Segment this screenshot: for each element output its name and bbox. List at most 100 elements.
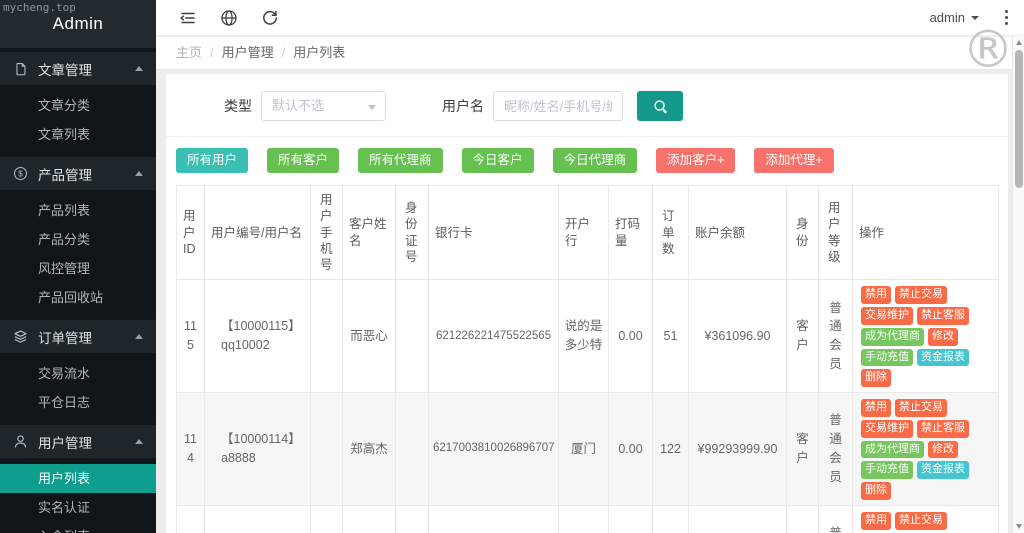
type-select[interactable]: 默认不选 xyxy=(261,91,386,121)
cell-user-code-name: 【10000113】 chenhao111 xyxy=(205,505,311,533)
sidebar-submenu: 产品列表产品分类风控管理产品回收站 xyxy=(0,192,156,316)
sidebar-item-文章分类[interactable]: 文章分类 xyxy=(0,91,156,120)
breadcrumb-separator: / xyxy=(282,45,286,60)
sidebar-section-label: 订单管理 xyxy=(38,327,135,347)
filter-button-所有客户[interactable]: 所有客户 xyxy=(267,148,339,173)
cell-coding-volume: 0.00 xyxy=(609,393,653,506)
cell-customer-name: 郑高杰 xyxy=(343,393,396,506)
action-button-禁用[interactable]: 禁用 xyxy=(861,512,891,530)
cell-balance: ¥361096.90 xyxy=(689,280,787,393)
column-header-客户姓名: 客户姓名 xyxy=(343,186,396,280)
action-button-手动充值[interactable]: 手动充值 xyxy=(861,349,913,367)
svg-text:$: $ xyxy=(18,169,23,178)
breadcrumb-item-用户管理[interactable]: 用户管理 xyxy=(222,45,274,60)
cell-order-count: 56 xyxy=(653,505,689,533)
action-button-禁用[interactable]: 禁用 xyxy=(861,286,891,304)
sidebar-item-实名认证[interactable]: 实名认证 xyxy=(0,493,156,522)
sidebar-item-产品回收站[interactable]: 产品回收站 xyxy=(0,283,156,312)
chevron-down-icon xyxy=(368,105,376,110)
sidebar-item-风控管理[interactable]: 风控管理 xyxy=(0,254,156,283)
cell-id-card xyxy=(396,280,429,393)
action-button-交易维护[interactable]: 交易维护 xyxy=(861,307,913,325)
action-button-禁止交易[interactable]: 禁止交易 xyxy=(895,286,947,304)
column-header-打码量: 打码量 xyxy=(609,186,653,280)
cell-actions: 禁用禁止交易交易维护禁止客服成为代理商修改手动充值资金报表删除 xyxy=(853,393,999,506)
action-button-交易维护[interactable]: 交易维护 xyxy=(861,420,913,438)
column-header-用户等级: 用户等级 xyxy=(819,186,853,280)
vertical-scrollbar[interactable] xyxy=(1012,36,1024,533)
cell-user-level: 普通会员 xyxy=(819,505,853,533)
action-button-禁止交易[interactable]: 禁止交易 xyxy=(895,512,947,530)
collapse-sidebar-icon[interactable] xyxy=(179,9,197,27)
action-button-资金报表[interactable]: 资金报表 xyxy=(917,349,969,367)
filter-button-所有用户[interactable]: 所有用户 xyxy=(176,148,248,173)
filter-row: 类型 默认不选 用户名 xyxy=(166,74,1008,136)
filter-button-所有代理商[interactable]: 所有代理商 xyxy=(358,148,443,173)
action-button-删除[interactable]: 删除 xyxy=(861,369,891,387)
sidebar-section-用户管理[interactable]: 用户管理 xyxy=(0,425,156,458)
username-input[interactable] xyxy=(493,91,623,121)
breadcrumb-item-用户列表: 用户列表 xyxy=(293,45,345,60)
refresh-icon[interactable] xyxy=(261,9,279,27)
cell-identity: 客户 xyxy=(787,393,819,506)
filter-button-今日代理商[interactable]: 今日代理商 xyxy=(553,148,638,173)
cell-identity: 客户 xyxy=(787,505,819,533)
action-button-修改[interactable]: 修改 xyxy=(928,441,958,459)
sidebar-section-订单管理[interactable]: 订单管理 xyxy=(0,320,156,353)
scroll-up-arrow[interactable] xyxy=(1016,40,1022,45)
action-button-禁用[interactable]: 禁用 xyxy=(861,399,891,417)
sidebar-section-label: 文章管理 xyxy=(38,59,135,79)
action-button-删除[interactable]: 删除 xyxy=(861,482,891,500)
globe-icon[interactable] xyxy=(220,9,238,27)
column-header-银行卡: 银行卡 xyxy=(429,186,559,280)
cell-user-id: 115 xyxy=(177,280,205,393)
filter-button-今日客户[interactable]: 今日客户 xyxy=(462,148,534,173)
cell-user-level: 普通会员 xyxy=(819,393,853,506)
search-button[interactable] xyxy=(637,91,683,121)
action-button-手动充值[interactable]: 手动充值 xyxy=(861,461,913,479)
sidebar-submenu: 交易流水平仓日志 xyxy=(0,355,156,421)
users-table: 用户ID用户编号/用户名用户手机号客户姓名身份证号银行卡开户行打码量订单数账户余… xyxy=(176,185,999,533)
sidebar-section-文章管理[interactable]: 文章管理 xyxy=(0,52,156,85)
action-button-成为代理商[interactable]: 成为代理商 xyxy=(861,328,924,346)
app-logo: Admin xyxy=(53,14,104,34)
chevron-up-icon xyxy=(135,439,143,444)
column-header-身份: 身份 xyxy=(787,186,819,280)
table-row: 115【10000115】 qq10002而恶心6212262214755225… xyxy=(177,280,999,393)
cell-identity: 客户 xyxy=(787,280,819,393)
breadcrumb-item-主页[interactable]: 主页 xyxy=(176,45,202,60)
action-button-禁止客服[interactable]: 禁止客服 xyxy=(917,307,969,325)
quick-filter-buttons: 所有用户所有客户所有代理商今日客户今日代理商添加客户+ 添加代理+ xyxy=(166,137,1008,185)
sidebar-item-入金列表[interactable]: 入金列表 xyxy=(0,522,156,533)
username-label: 用户名 xyxy=(442,96,484,116)
cell-user-level: 普通会员 xyxy=(819,280,853,393)
cell-phone xyxy=(311,280,343,393)
site-watermark: mycheng.top xyxy=(3,1,76,14)
action-button-修改[interactable]: 修改 xyxy=(928,328,958,346)
sidebar-item-产品列表[interactable]: 产品列表 xyxy=(0,196,156,225)
scrollbar-thumb[interactable] xyxy=(1015,50,1023,188)
document-icon xyxy=(13,61,28,76)
cell-bank-branch: 中国银行 xyxy=(559,505,609,533)
action-button-禁止客服[interactable]: 禁止客服 xyxy=(917,420,969,438)
sidebar-item-文章列表[interactable]: 文章列表 xyxy=(0,120,156,149)
sidebar-item-交易流水[interactable]: 交易流水 xyxy=(0,359,156,388)
filter-button-添加代理+[interactable]: 添加代理+ xyxy=(754,148,833,173)
action-button-成为代理商[interactable]: 成为代理商 xyxy=(861,441,924,459)
action-button-资金报表[interactable]: 资金报表 xyxy=(917,461,969,479)
sidebar-section-label: 用户管理 xyxy=(38,432,135,452)
scroll-down-arrow[interactable] xyxy=(1016,524,1022,529)
cell-order-count: 122 xyxy=(653,393,689,506)
sidebar-item-产品分类[interactable]: 产品分类 xyxy=(0,225,156,254)
chevron-up-icon xyxy=(135,171,143,176)
type-select-value: 默认不选 xyxy=(272,98,324,113)
breadcrumb: 主页/用户管理/用户列表 xyxy=(156,37,1024,70)
action-button-禁止交易[interactable]: 禁止交易 xyxy=(895,399,947,417)
sidebar-menu: 文章管理文章分类文章列表$产品管理产品列表产品分类风控管理产品回收站订单管理交易… xyxy=(0,52,156,533)
filter-button-添加客户+[interactable]: 添加客户+ xyxy=(656,148,735,173)
sidebar-item-平仓日志[interactable]: 平仓日志 xyxy=(0,388,156,417)
sidebar-section-产品管理[interactable]: $产品管理 xyxy=(0,157,156,190)
cell-bank-branch: 厦门 xyxy=(559,393,609,506)
cell-phone xyxy=(311,505,343,533)
sidebar-item-用户列表[interactable]: 用户列表 xyxy=(0,464,156,493)
